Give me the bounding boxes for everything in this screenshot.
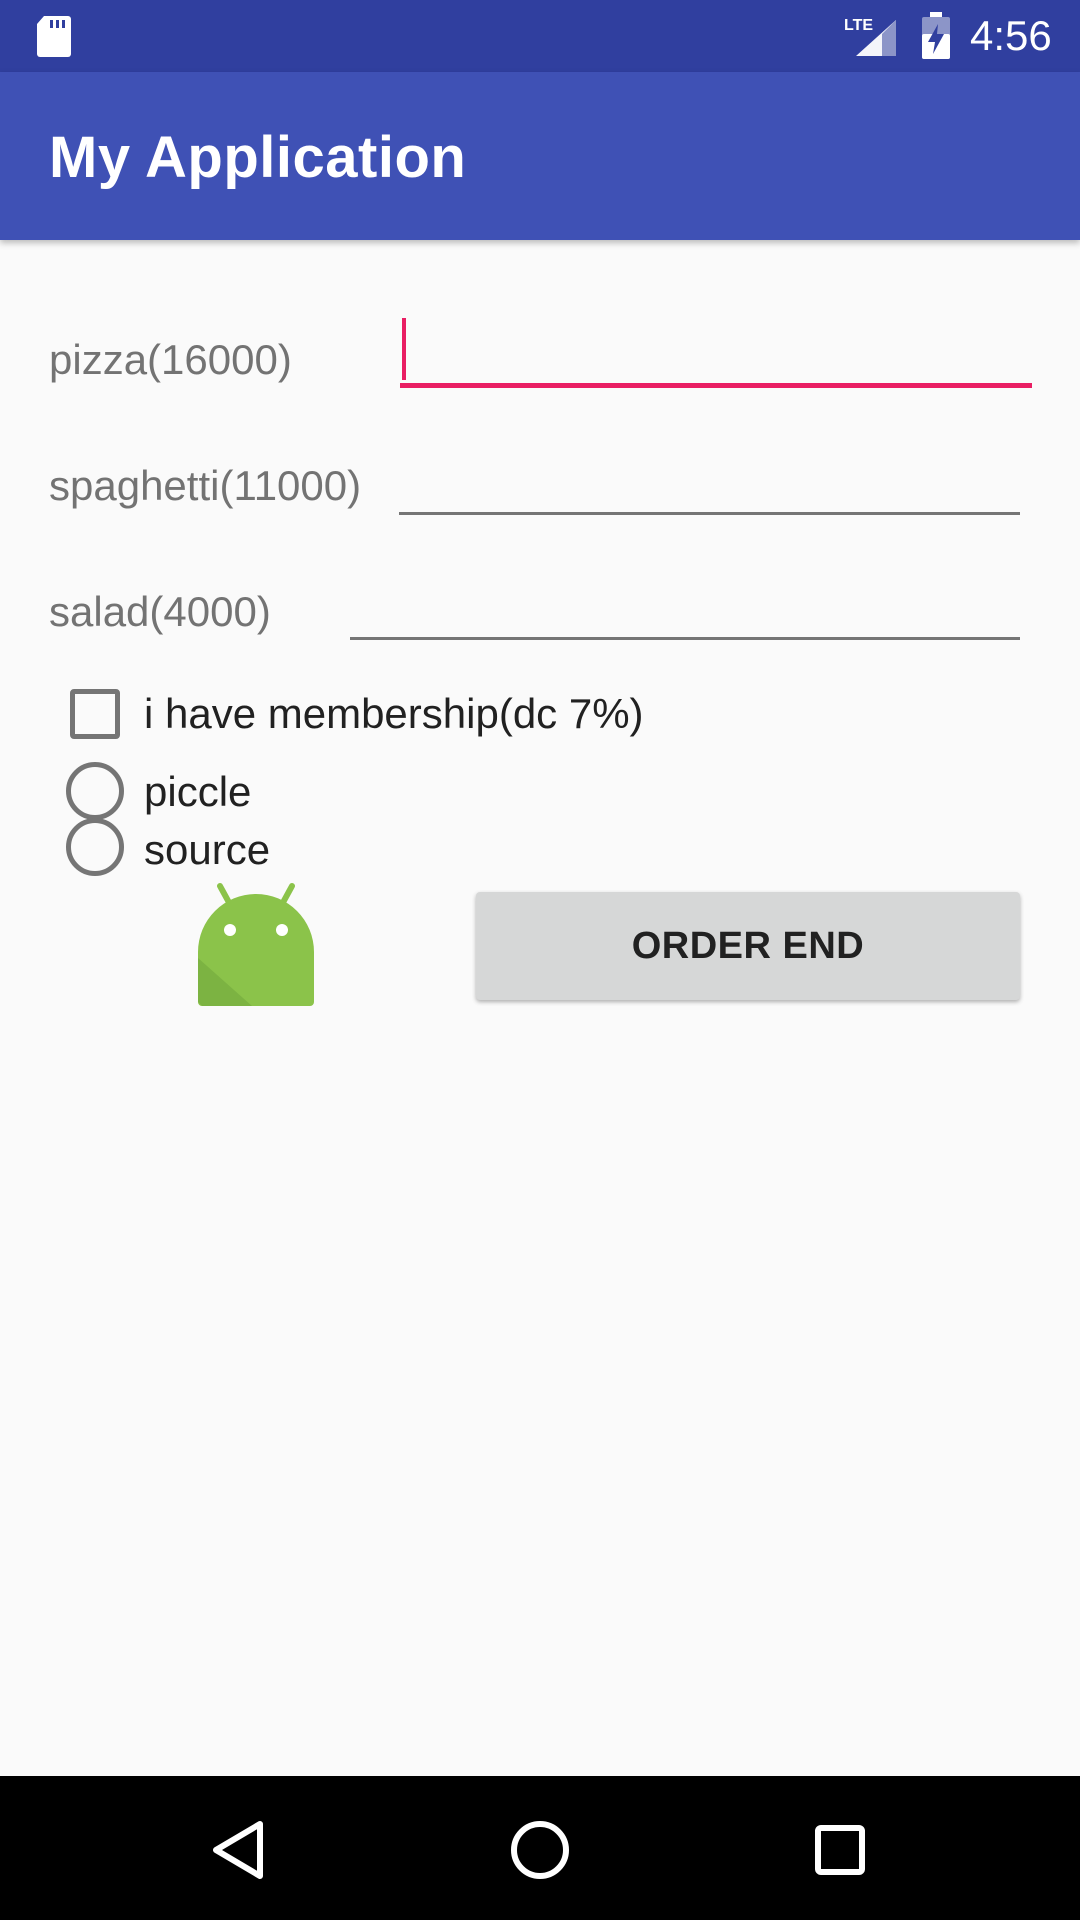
membership-checkbox-label[interactable]: i have membership(dc 7%) [144,690,644,738]
spaghetti-label: spaghetti(11000) [49,462,362,509]
pizza-label: pizza(16000) [49,336,292,383]
sd-card-icon [37,16,71,57]
home-icon[interactable] [508,1818,572,1882]
android-logo-icon [198,883,314,1006]
app-bar: My Application [0,72,1080,240]
status-bar: LTE 4:56 [0,0,1080,72]
radio-piccle-label[interactable]: piccle [144,768,251,816]
radio-source-label[interactable]: source [144,826,270,874]
pizza-quantity-field[interactable] [400,318,1032,388]
recent-apps-icon[interactable] [808,1818,872,1882]
lte-signal-icon: LTE [844,17,896,56]
spaghetti-quantity-field[interactable] [399,445,1020,515]
membership-checkbox[interactable] [70,689,120,739]
navigation-bar [0,1776,1080,1920]
order-end-button[interactable]: ORDER END [476,892,1020,1000]
radio-piccle[interactable] [66,762,124,820]
lte-label: LTE [844,17,873,34]
battery-charging-icon [922,12,950,59]
radio-source[interactable] [66,818,124,876]
salad-quantity-field[interactable] [350,570,1020,640]
back-icon[interactable] [208,1818,272,1882]
status-time: 4:56 [970,12,1052,59]
text-cursor [402,318,406,380]
salad-label: salad(4000) [49,588,271,635]
app-title: My Application [49,125,467,190]
